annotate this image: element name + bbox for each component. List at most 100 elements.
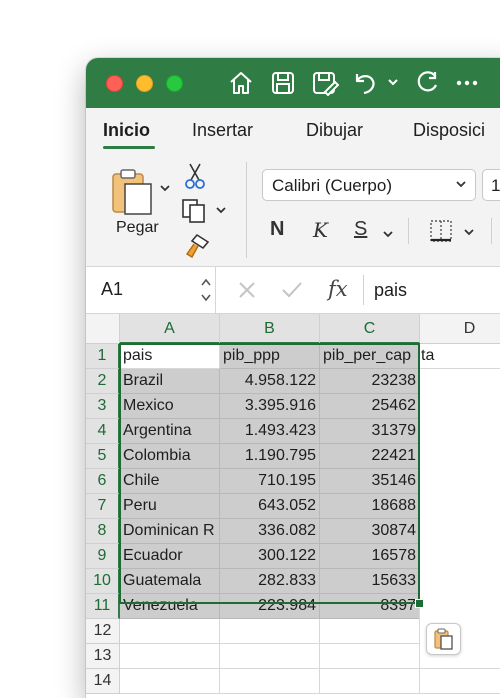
italic-button[interactable]: K <box>313 218 328 242</box>
row-header[interactable]: 2 <box>86 369 120 394</box>
paste-options-button[interactable] <box>426 623 461 655</box>
format-separator <box>491 218 492 244</box>
cancel-icon[interactable] <box>238 281 256 304</box>
table-cell[interactable]: Venezuela <box>120 594 220 619</box>
table-cell[interactable]: 8397 <box>320 594 420 619</box>
tab-insertar[interactable]: Insertar <box>192 120 253 141</box>
home-icon[interactable] <box>228 70 254 96</box>
table-cell[interactable]: Chile <box>120 469 220 494</box>
column-header-a[interactable]: A <box>120 314 220 344</box>
row-header[interactable]: 11 <box>86 594 120 619</box>
font-name-select[interactable]: Calibri (Cuerpo) <box>262 169 476 201</box>
table-cell[interactable]: 282.833 <box>220 569 320 594</box>
table-cell[interactable]: Dominican R <box>120 519 220 544</box>
row-header[interactable]: 7 <box>86 494 120 519</box>
bold-button[interactable]: N <box>270 218 284 241</box>
table-cell[interactable]: 22421 <box>320 444 420 469</box>
table-cell[interactable]: 336.082 <box>220 519 320 544</box>
table-cell[interactable]: 16578 <box>320 544 420 569</box>
table-cell[interactable]: 23238 <box>320 369 420 394</box>
column-header-d[interactable]: D <box>420 314 500 344</box>
column-header-c[interactable]: C <box>320 314 420 344</box>
table-cell[interactable]: 35146 <box>320 469 420 494</box>
empty-cell[interactable] <box>120 619 220 644</box>
tab-disposicion[interactable]: Disposici <box>413 120 485 141</box>
row-header[interactable]: 5 <box>86 444 120 469</box>
table-cell[interactable]: 710.195 <box>220 469 320 494</box>
formula-bar: A1 fx pais <box>86 267 500 314</box>
row-header[interactable]: 10 <box>86 569 120 594</box>
empty-cell[interactable] <box>120 644 220 669</box>
row-header[interactable]: 13 <box>86 644 120 669</box>
empty-cell[interactable] <box>320 644 420 669</box>
tab-inicio[interactable]: Inicio <box>103 120 150 141</box>
row-header[interactable]: 3 <box>86 394 120 419</box>
cell-a1[interactable]: pais <box>120 344 220 369</box>
table-cell[interactable]: 31379 <box>320 419 420 444</box>
insert-function-button[interactable]: fx <box>328 277 348 301</box>
font-size-value: 1 <box>491 176 500 195</box>
table-cell[interactable]: Mexico <box>120 394 220 419</box>
tab-dibujar[interactable]: Dibujar <box>306 120 363 141</box>
minimize-button[interactable] <box>136 75 153 92</box>
table-cell[interactable]: 18688 <box>320 494 420 519</box>
table-cell[interactable]: 4.958.122 <box>220 369 320 394</box>
table-cell[interactable]: 300.122 <box>220 544 320 569</box>
table-cell[interactable]: Guatemala <box>120 569 220 594</box>
redo-icon[interactable] <box>414 70 440 96</box>
row-header[interactable]: 4 <box>86 419 120 444</box>
row-header[interactable]: 8 <box>86 519 120 544</box>
table-cell[interactable]: 25462 <box>320 394 420 419</box>
borders-dropdown-icon[interactable] <box>462 226 476 244</box>
copy-dropdown-icon[interactable] <box>214 204 228 222</box>
save-as-icon[interactable] <box>311 70 339 96</box>
borders-icon[interactable] <box>428 218 454 249</box>
table-cell[interactable]: Argentina <box>120 419 220 444</box>
underline-dropdown-icon[interactable] <box>381 228 395 246</box>
paste-icon[interactable] <box>111 168 155 221</box>
undo-dropdown-icon[interactable] <box>386 74 400 90</box>
underline-button[interactable]: S <box>354 218 367 241</box>
name-box-stepper-icon[interactable] <box>200 275 212 305</box>
save-icon[interactable] <box>270 70 296 96</box>
column-header-b[interactable]: B <box>220 314 320 344</box>
row-header[interactable]: 6 <box>86 469 120 494</box>
font-size-select[interactable]: 1 <box>482 169 500 201</box>
font-dropdown-icon <box>456 181 466 188</box>
close-button[interactable] <box>106 75 123 92</box>
table-cell[interactable]: 223.984 <box>220 594 320 619</box>
select-all-corner[interactable] <box>86 314 120 344</box>
format-painter-icon[interactable] <box>183 232 211 265</box>
table-cell[interactable]: 1.493.423 <box>220 419 320 444</box>
table-cell[interactable]: 1.190.795 <box>220 444 320 469</box>
row-header[interactable]: 12 <box>86 619 120 644</box>
name-box[interactable]: A1 <box>86 267 216 313</box>
table-cell[interactable]: Brazil <box>120 369 220 394</box>
cut-icon[interactable] <box>184 162 206 195</box>
table-cell[interactable]: 3.395.916 <box>220 394 320 419</box>
table-cell[interactable]: 30874 <box>320 519 420 544</box>
row-header[interactable]: 1 <box>86 344 120 369</box>
cell-b1[interactable]: pib_ppp <box>220 344 320 369</box>
spreadsheet-grid[interactable]: A B C D 1 2 3 4 5 6 7 8 9 10 11 12 13 14… <box>86 314 500 698</box>
cell-c1[interactable]: pib_per_cap <box>320 344 420 369</box>
cell-d1[interactable]: ta <box>420 344 500 369</box>
table-cell[interactable]: Colombia <box>120 444 220 469</box>
table-cell[interactable]: Peru <box>120 494 220 519</box>
formula-input[interactable]: pais <box>374 280 407 301</box>
confirm-icon[interactable] <box>281 280 303 305</box>
paste-dropdown-icon[interactable] <box>158 182 172 200</box>
row-header[interactable]: 9 <box>86 544 120 569</box>
table-cell[interactable]: Ecuador <box>120 544 220 569</box>
maximize-button[interactable] <box>166 75 183 92</box>
paste-label[interactable]: Pegar <box>116 219 159 237</box>
more-icon[interactable] <box>454 72 480 94</box>
fill-handle[interactable] <box>415 599 424 608</box>
table-cell[interactable]: 643.052 <box>220 494 320 519</box>
empty-cell[interactable] <box>320 619 420 644</box>
table-cell[interactable]: 15633 <box>320 569 420 594</box>
undo-icon[interactable] <box>352 70 378 96</box>
empty-cell[interactable] <box>220 644 320 669</box>
copy-icon[interactable] <box>181 198 209 229</box>
empty-cell[interactable] <box>220 619 320 644</box>
